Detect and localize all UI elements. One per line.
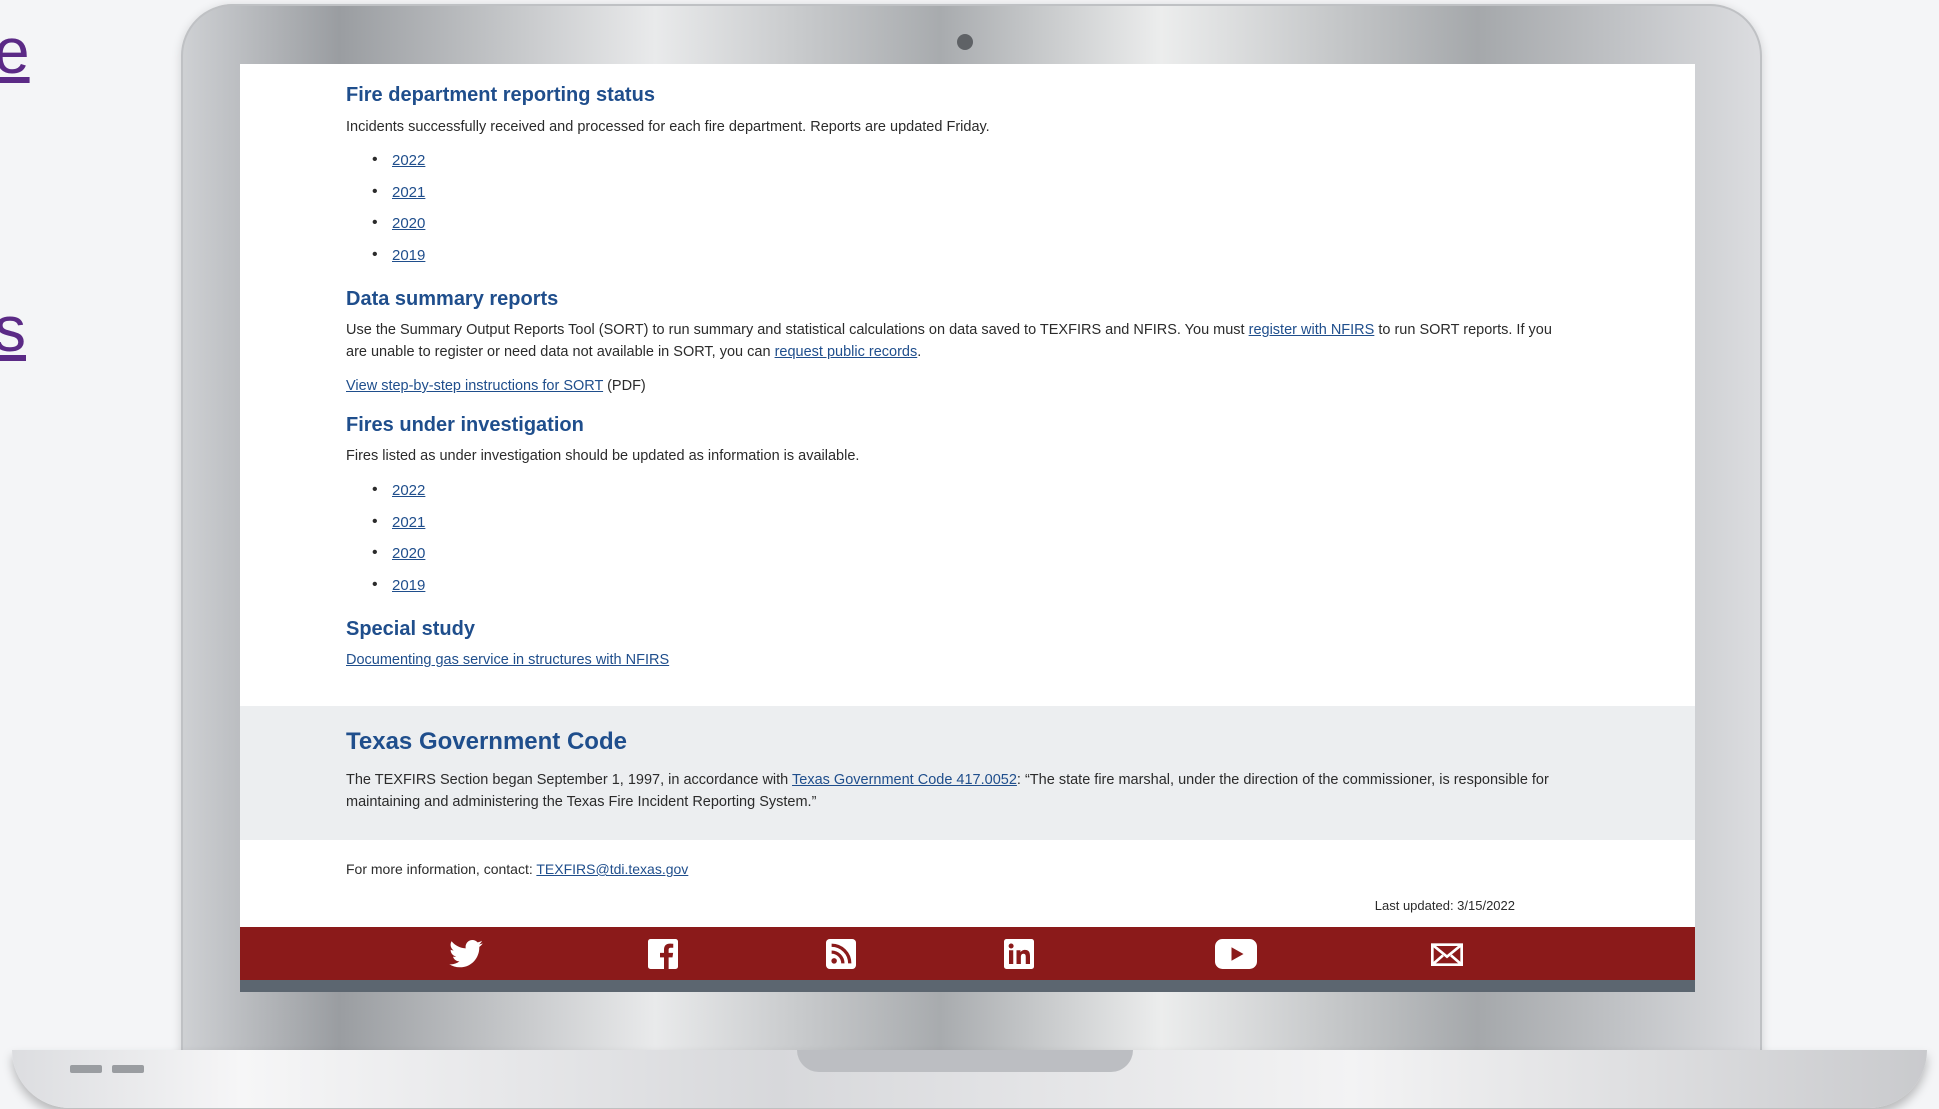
laptop-screen: Fire department reporting status Inciden… xyxy=(240,64,1695,992)
list-item: 2022 xyxy=(372,481,425,514)
port-icon xyxy=(112,1065,144,1073)
investigation-year-link-2021[interactable]: 2021 xyxy=(392,514,425,531)
pdf-label: (PDF) xyxy=(603,378,646,394)
sort-instructions-link[interactable]: View step-by-step instructions for SORT xyxy=(346,378,603,394)
list-item: 2019 xyxy=(372,246,425,279)
edge-partial-text-2[interactable]: s xyxy=(0,292,26,366)
list-item: 2020 xyxy=(372,214,425,247)
gov-code-paragraph: The TEXFIRS Section began September 1, 1… xyxy=(346,769,1556,813)
email-icon[interactable] xyxy=(1430,939,1464,969)
list-item: 2022 xyxy=(372,151,425,184)
year-link-2022[interactable]: 2022 xyxy=(392,152,425,169)
gov-code-heading: Texas Government Code xyxy=(346,728,627,755)
summary-text-3: . xyxy=(917,344,922,360)
investigation-year-link-2020[interactable]: 2020 xyxy=(392,545,425,562)
contact-email-link[interactable]: TEXFIRS@tdi.texas.gov xyxy=(536,861,688,877)
year-link-2019[interactable]: 2019 xyxy=(392,247,425,264)
linkedin-icon[interactable] xyxy=(1002,939,1036,969)
facebook-icon[interactable] xyxy=(646,939,680,969)
special-study-heading: Special study xyxy=(346,618,475,640)
register-nfirs-link[interactable]: register with NFIRS xyxy=(1249,322,1375,338)
reporting-years-list: 2022 2021 2020 2019 xyxy=(372,151,425,279)
investigation-year-link-2022[interactable]: 2022 xyxy=(392,482,425,499)
gov-code-link[interactable]: Texas Government Code 417.0052 xyxy=(792,772,1017,788)
reporting-status-heading: Fire department reporting status xyxy=(346,84,655,106)
gas-service-study-link[interactable]: Documenting gas service in structures wi… xyxy=(346,652,669,668)
contact-line: For more information, contact: TEXFIRS@t… xyxy=(346,861,688,877)
port-icon xyxy=(70,1065,102,1073)
gov-code-text-1: The TEXFIRS Section began September 1, 1… xyxy=(346,772,793,788)
youtube-icon[interactable] xyxy=(1214,939,1258,969)
camera-icon xyxy=(957,34,973,50)
year-link-2021[interactable]: 2021 xyxy=(392,184,425,201)
list-item: 2020 xyxy=(372,544,425,577)
investigation-year-link-2019[interactable]: 2019 xyxy=(392,577,425,594)
footer-strip xyxy=(240,980,1695,992)
special-study-line: Documenting gas service in structures wi… xyxy=(346,649,1556,671)
fires-investigation-heading: Fires under investigation xyxy=(346,414,584,436)
data-summary-paragraph: Use the Summary Output Reports Tool (SOR… xyxy=(346,319,1556,363)
year-link-2020[interactable]: 2020 xyxy=(392,215,425,232)
reporting-status-description: Incidents successfully received and proc… xyxy=(346,119,990,135)
summary-text-1: Use the Summary Output Reports Tool (SOR… xyxy=(346,322,1249,338)
last-updated: Last updated: 3/15/2022 xyxy=(1374,898,1515,913)
social-bar xyxy=(240,927,1695,980)
laptop-notch xyxy=(797,1050,1133,1072)
contact-label: For more information, contact: xyxy=(346,861,537,877)
investigation-years-list: 2022 2021 2020 2019 xyxy=(372,481,425,609)
sort-instructions-line: View step-by-step instructions for SORT … xyxy=(346,375,1556,397)
list-item: 2019 xyxy=(372,576,425,609)
list-item: 2021 xyxy=(372,183,425,216)
list-item: 2021 xyxy=(372,513,425,546)
request-public-records-link[interactable]: request public records xyxy=(775,344,918,360)
data-summary-heading: Data summary reports xyxy=(346,288,559,310)
rss-icon[interactable] xyxy=(824,939,858,969)
edge-partial-text-1[interactable]: e xyxy=(0,14,30,88)
twitter-icon[interactable] xyxy=(449,939,483,969)
fires-investigation-description: Fires listed as under investigation shou… xyxy=(346,448,860,464)
